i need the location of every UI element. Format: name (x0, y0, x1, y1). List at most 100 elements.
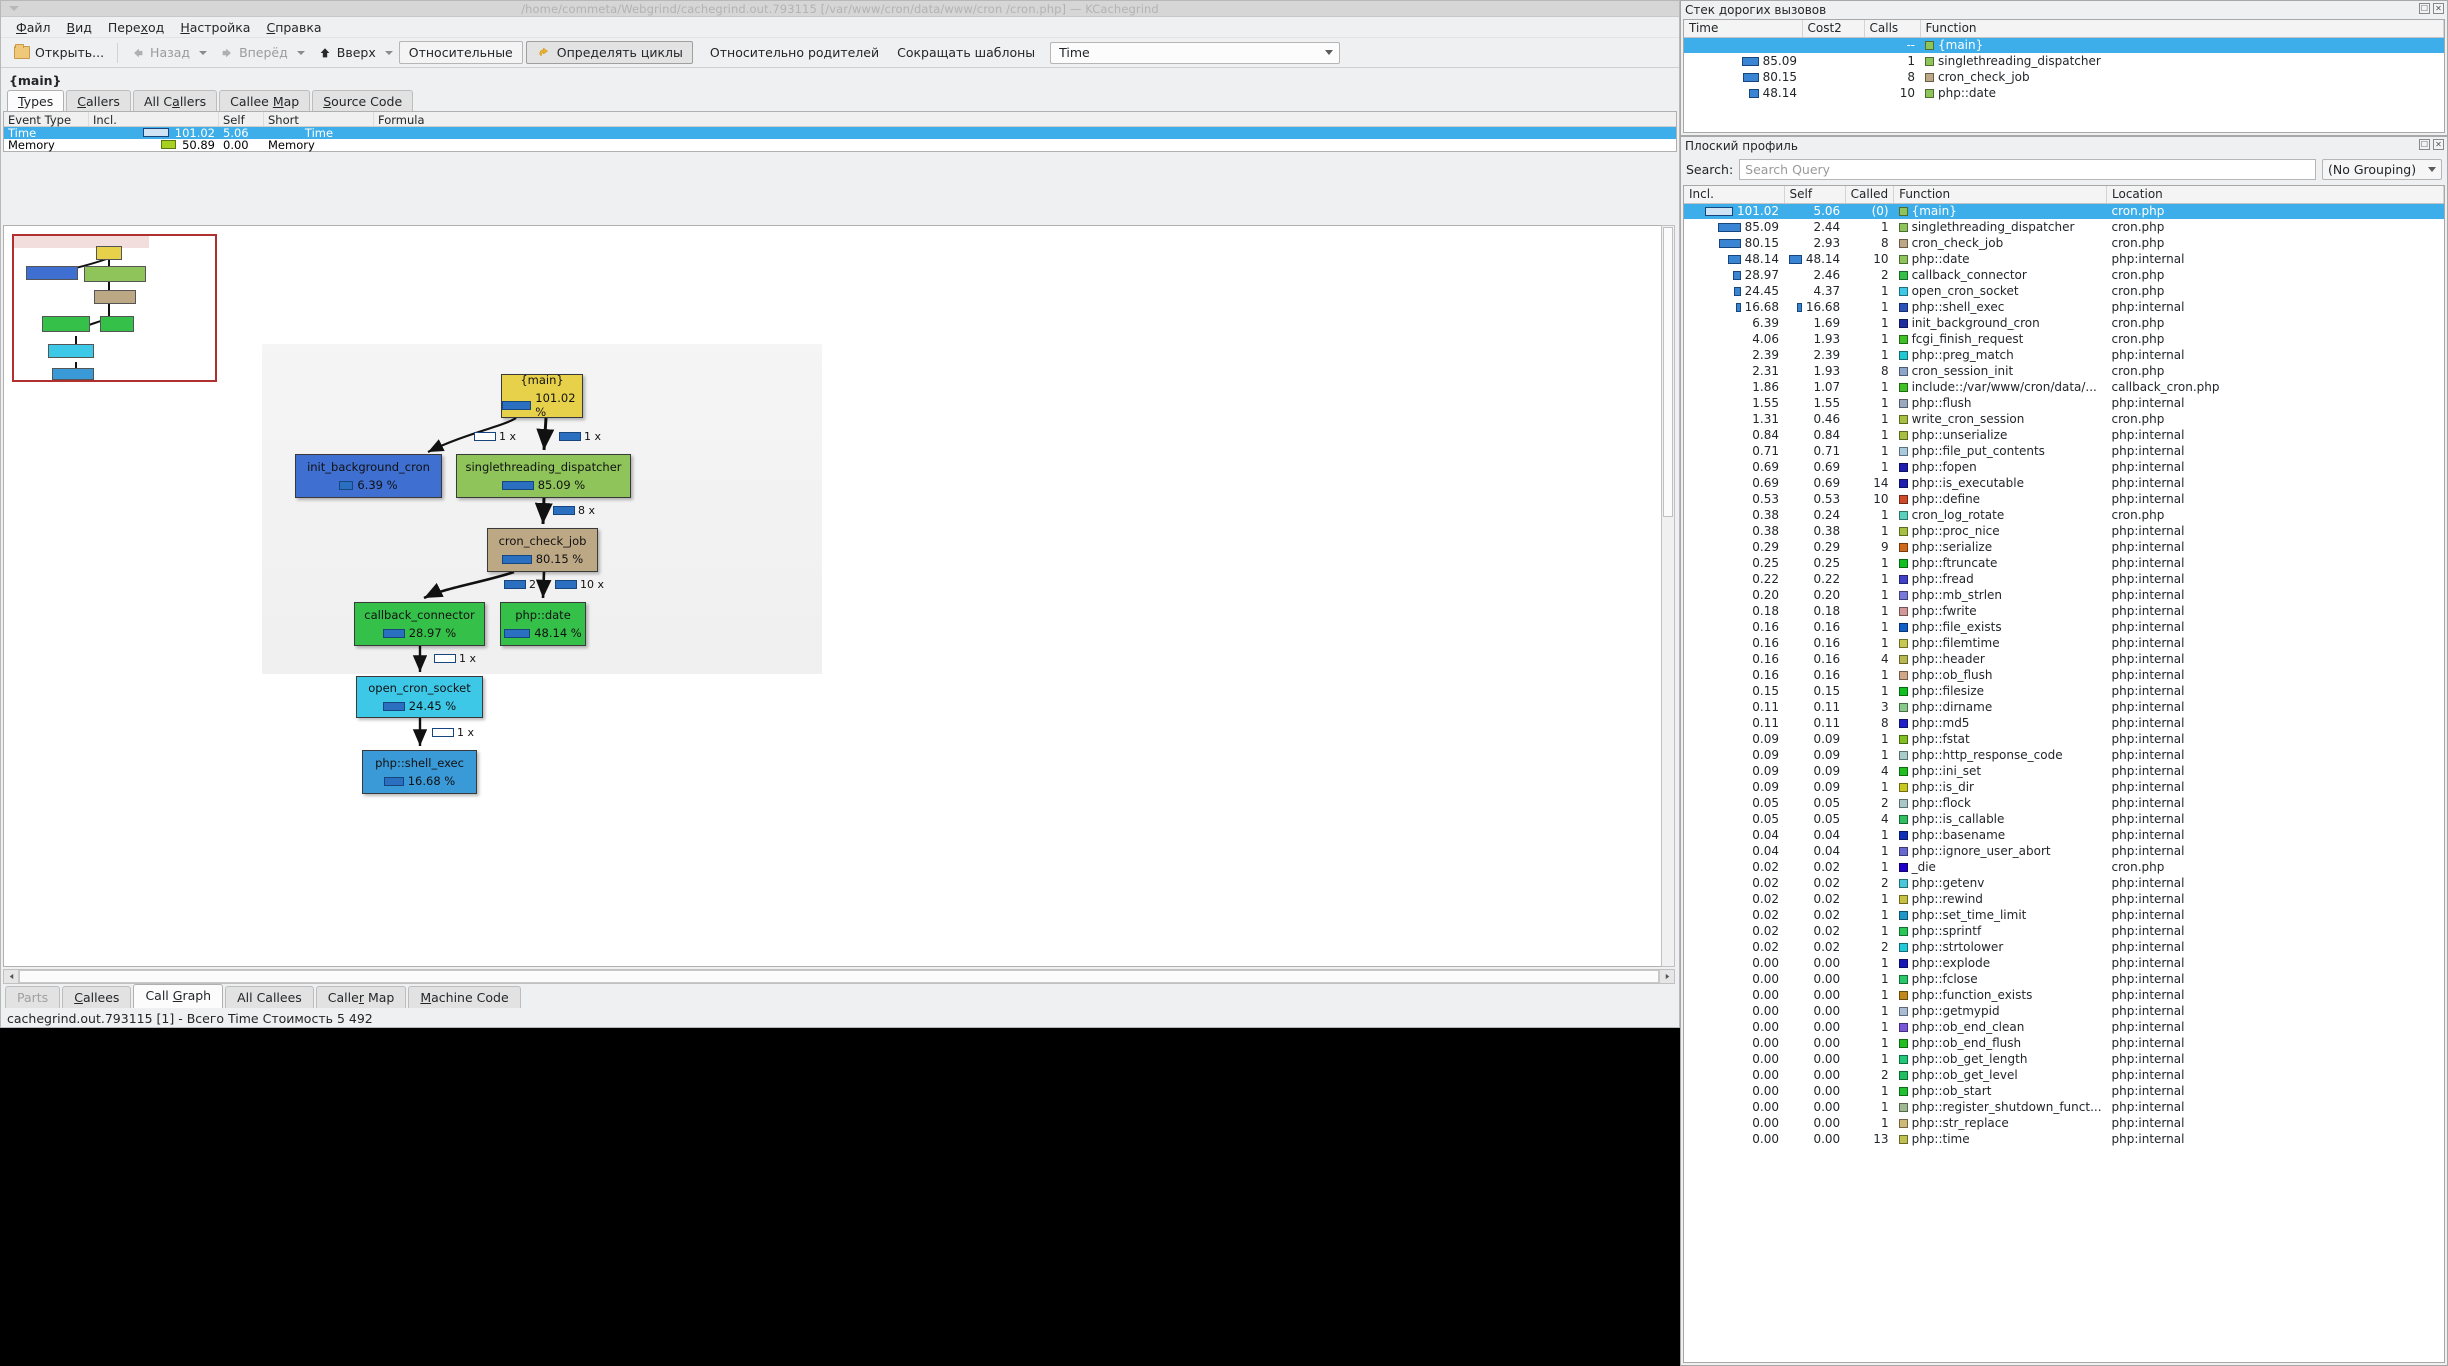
flat-profile-row[interactable]: 0.04 0.04 1 php::basename php:internal (1684, 827, 2444, 843)
flat-profile-row[interactable]: 0.00 0.00 1 php::explode php:internal (1684, 955, 2444, 971)
flat-profile-row[interactable]: 0.38 0.38 1 php::proc_nice php:internal (1684, 523, 2444, 539)
flat-profile-row[interactable]: 0.00 0.00 1 php::ob_get_length php:internal (1684, 1051, 2444, 1067)
flat-profile-row[interactable]: 0.00 0.00 1 php::function_exists php:interna… (1684, 987, 2444, 1003)
call-graph-minimap[interactable] (12, 234, 217, 382)
shorten-templates-button[interactable]: Сокращать шаблоны (888, 42, 1044, 63)
menu-item-help[interactable]: Справка (259, 18, 328, 37)
flat-profile-row[interactable]: 0.71 0.71 1 php::file_put_contents php:inter… (1684, 443, 2444, 459)
flat-profile-row[interactable]: 0.84 0.84 1 php::unserialize php:internal (1684, 427, 2444, 443)
flat-profile-row[interactable]: 80.15 2.93 8 cron_check_job cron.php (1684, 235, 2444, 251)
graph-node-php--shell_exec[interactable]: php::shell_exec 16.68 % (362, 750, 477, 794)
grouping-combo[interactable]: (No Grouping) (2322, 158, 2442, 180)
tab-callee-map[interactable]: Callee Map (219, 90, 311, 111)
search-input[interactable] (1739, 158, 2316, 180)
flat-profile-row[interactable]: 2.39 2.39 1 php::preg_match php:internal (1684, 347, 2444, 363)
cs-col-time[interactable]: Time (1684, 20, 1803, 38)
flat-profile-row[interactable]: 0.00 0.00 2 php::ob_get_level php:internal (1684, 1067, 2444, 1083)
flat-profile-row[interactable]: 0.69 0.69 1 php::fopen php:internal (1684, 459, 2444, 475)
bottom-tab-callees[interactable]: Callees (62, 986, 132, 1008)
bottom-tab-parts[interactable]: Parts (5, 986, 61, 1008)
flat-profile-row[interactable]: 0.00 0.00 1 php::ob_end_flush php:internal (1684, 1035, 2444, 1051)
flat-profile-row[interactable]: 0.18 0.18 1 php::fwrite php:internal (1684, 603, 2444, 619)
graph-node-cron_check_job[interactable]: cron_check_job 80.15 % (487, 528, 598, 572)
flat-profile-row[interactable]: 16.68 16.68 1 php::shell_exec php:internal (1684, 299, 2444, 315)
relative-to-parent-button[interactable]: Относительно родителей (701, 42, 888, 63)
cs-col-calls[interactable]: Calls (1864, 20, 1921, 38)
col-self[interactable]: Self (219, 112, 264, 127)
col-event-type[interactable]: Event Type (4, 112, 89, 127)
close-icon[interactable]: ✕ (2433, 3, 2444, 14)
flat-profile-row[interactable]: 24.45 4.37 1 open_cron_socket cron.php (1684, 283, 2444, 299)
graph-hscroll-thumb[interactable] (19, 970, 1659, 983)
back-dropdown-icon[interactable] (199, 50, 208, 55)
tab-source-code[interactable]: Source Code (312, 90, 414, 111)
flat-profile-row[interactable]: 0.00 0.00 1 php::register_shutdown_funct...… (1684, 1099, 2444, 1115)
flat-profile-row[interactable]: 0.25 0.25 1 php::ftruncate php:internal (1684, 555, 2444, 571)
fp-col-incl[interactable]: Incl. (1684, 186, 1785, 204)
graph-node-init_background_cron[interactable]: init_background_cron 6.39 % (295, 454, 442, 498)
flat-profile-row[interactable]: 28.97 2.46 2 callback_connector cron.php (1684, 267, 2444, 283)
flat-profile-row[interactable]: 0.20 0.20 1 php::mb_strlen php:internal (1684, 587, 2444, 603)
flat-profile-row[interactable]: 0.22 0.22 1 php::fread php:internal (1684, 571, 2444, 587)
menu-item-file[interactable]: Файл (9, 18, 58, 37)
flat-profile-row[interactable]: 0.02 0.02 1 _die cron.php (1684, 859, 2444, 875)
flat-profile-row[interactable]: 1.86 1.07 1 include::/var/www/cron/data/...… (1684, 379, 2444, 395)
flat-profile-row[interactable]: 0.05 0.05 2 php::flock php:internal (1684, 795, 2444, 811)
call-stack-row[interactable]: -- {main} (1684, 37, 2444, 53)
forward-dropdown-icon[interactable] (296, 50, 305, 55)
flat-profile-row[interactable]: 0.00 0.00 1 php::ob_end_clean php:internal (1684, 1019, 2444, 1035)
flat-profile-row[interactable]: 0.16 0.16 1 php::filemtime php:internal (1684, 635, 2444, 651)
bottom-tab-all-callees[interactable]: All Callees (225, 986, 314, 1008)
flat-profile-row[interactable]: 0.09 0.09 1 php::is_dir php:internal (1684, 779, 2444, 795)
graph-node-callback_connector[interactable]: callback_connector 28.97 % (354, 602, 485, 646)
window-menu-icon[interactable] (9, 6, 19, 11)
flat-profile-row[interactable]: 0.38 0.24 1 cron_log_rotate cron.php (1684, 507, 2444, 523)
flat-profile-row[interactable]: 0.16 0.16 1 php::ob_flush php:internal (1684, 667, 2444, 683)
scroll-left-icon[interactable] (4, 970, 19, 983)
bottom-tab-machine-code[interactable]: Machine Code (408, 986, 521, 1008)
undock-icon[interactable]: ☐ (2419, 139, 2430, 150)
flat-profile-row[interactable]: 0.09 0.09 1 php::http_response_code php:inte… (1684, 747, 2444, 763)
fp-col-location[interactable]: Location (2106, 186, 2444, 204)
graph-node-main[interactable]: {main} 101.02 % (501, 373, 583, 419)
flat-profile-row[interactable]: 48.14 48.14 10 php::date php:internal (1684, 251, 2444, 267)
flat-profile-row[interactable]: 0.02 0.02 1 php::sprintf php:internal (1684, 923, 2444, 939)
bottom-tab-call-graph[interactable]: Call Graph (133, 984, 224, 1008)
col-formula[interactable]: Formula (374, 112, 1676, 127)
tab-types[interactable]: Types (7, 90, 65, 111)
tab-callers[interactable]: Callers (66, 90, 131, 111)
flat-profile-row[interactable]: 85.09 2.44 1 singlethreading_dispatcher cron… (1684, 219, 2444, 235)
call-stack-row[interactable]: 80.15 8 cron_check_job (1684, 69, 2444, 85)
flat-profile-row[interactable]: 1.55 1.55 1 php::flush php:internal (1684, 395, 2444, 411)
flat-profile-row[interactable]: 0.29 0.29 9 php::serialize php:internal (1684, 539, 2444, 555)
menu-item-settings[interactable]: Настройка (173, 18, 257, 37)
flat-profile-row[interactable]: 1.31 0.46 1 write_cron_session cron.php (1684, 411, 2444, 427)
flat-profile-row[interactable]: 2.31 1.93 8 cron_session_init cron.php (1684, 363, 2444, 379)
flat-profile-row[interactable]: 0.53 0.53 10 php::define php:internal (1684, 491, 2444, 507)
flat-profile-row[interactable]: 0.00 0.00 1 php::getmypid php:internal (1684, 1003, 2444, 1019)
menu-item-goto[interactable]: Переход (101, 18, 171, 37)
flat-profile-row[interactable]: 0.05 0.05 4 php::is_callable php:internal (1684, 811, 2444, 827)
graph-node-php--date[interactable]: php::date 48.14 % (500, 602, 586, 646)
forward-button[interactable]: Вперёд (213, 42, 295, 63)
flat-profile-row[interactable]: 0.00 0.00 13 php::time php:internal (1684, 1131, 2444, 1147)
graph-vscroll-thumb[interactable] (1663, 227, 1673, 517)
flat-profile-row[interactable]: 0.09 0.09 4 php::ini_set php:internal (1684, 763, 2444, 779)
flat-profile-row[interactable]: 0.02 0.02 1 php::set_time_limit php:internal (1684, 907, 2444, 923)
call-stack-row[interactable]: 85.09 1 singlethreading_dispatcher (1684, 53, 2444, 69)
flat-profile-row[interactable]: 0.11 0.11 8 php::md5 php:internal (1684, 715, 2444, 731)
up-dropdown-icon[interactable] (384, 50, 393, 55)
flat-profile-row[interactable]: 101.02 5.06 (0) {main} cron.php (1684, 203, 2444, 219)
flat-profile-row[interactable]: 0.00 0.00 1 php::fclose php:internal (1684, 971, 2444, 987)
up-button[interactable]: Вверх (311, 42, 383, 63)
call-graph-canvas[interactable]: {main} 101.02 % init_background_cron 6.39 %… (3, 225, 1675, 967)
flat-profile-row[interactable]: 0.04 0.04 1 php::ignore_user_abort php:inter… (1684, 843, 2444, 859)
flat-profile-row[interactable]: 0.09 0.09 1 php::fstat php:internal (1684, 731, 2444, 747)
fp-col-self[interactable]: Self (1784, 186, 1846, 204)
bottom-tab-caller-map[interactable]: Caller Map (315, 986, 407, 1008)
flat-profile-row[interactable]: 6.39 1.69 1 init_background_cron cron.php (1684, 315, 2444, 331)
fp-col-called[interactable]: Called (1845, 186, 1895, 204)
event-type-combo[interactable]: Time (1050, 41, 1341, 64)
flat-profile-row[interactable]: 0.11 0.11 3 php::dirname php:internal (1684, 699, 2444, 715)
flat-profile-row[interactable]: 0.16 0.16 1 php::file_exists php:internal (1684, 619, 2444, 635)
